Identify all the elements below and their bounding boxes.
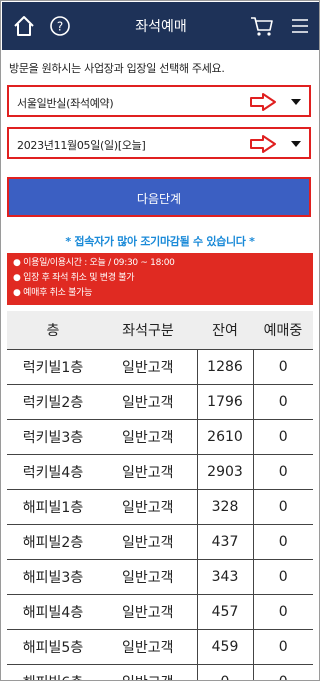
app-frame: ? 좌석예매 방문을 원하시는 사업장과 입장일 선택해 주세요. 서울일반실(… xyxy=(0,0,320,681)
floor-cell: 해피빌2층 xyxy=(7,524,99,561)
seat-type-cell: 일반고객 xyxy=(99,629,197,666)
booking-cell: 0 xyxy=(253,489,313,525)
booking-cell: 0 xyxy=(253,419,313,455)
column-header-remaining: 잔여 xyxy=(197,311,253,350)
seat-type-cell: 일반고객 xyxy=(99,384,197,420)
seat-type-cell: 일반고객 xyxy=(99,664,197,680)
right-arrow-icon xyxy=(249,135,277,157)
info-line: ● 예매후 취소 불가능 xyxy=(13,288,93,298)
seat-type-cell: 일반고객 xyxy=(99,524,197,561)
remaining-cell: 437 xyxy=(196,523,254,561)
floor-cell: 럭키빌2층 xyxy=(7,384,99,420)
remaining-cell: 457 xyxy=(196,594,254,631)
remaining-cell: 1286 xyxy=(196,348,254,385)
table-row: 해피빌2층 일반고객 437 0 xyxy=(7,523,313,561)
remaining-cell: 2903 xyxy=(196,453,254,490)
floor-cell: 해피빌1층 xyxy=(7,489,99,525)
info-line: ● 입장 후 좌석 취소 및 변경 불가 xyxy=(13,273,135,283)
floor-cell: 해피빌6층 xyxy=(7,664,99,680)
instruction-text: 방문을 원하시는 사업장과 입장일 선택해 주세요. xyxy=(9,62,225,75)
seat-type-cell: 일반고객 xyxy=(99,559,197,596)
remaining-cell: 0 xyxy=(196,664,254,680)
seat-type-cell: 일반고객 xyxy=(99,489,197,525)
booking-cell: 0 xyxy=(253,524,313,561)
remaining-cell: 459 xyxy=(196,629,254,666)
table-row: 해피빌5층 일반고객 459 0 xyxy=(7,629,313,666)
venue-select[interactable]: 서울일반실(좌석예약) xyxy=(7,85,311,117)
floor-cell: 해피빌3층 xyxy=(7,559,99,596)
booking-cell: 0 xyxy=(253,384,313,420)
floor-cell: 해피빌4층 xyxy=(7,594,99,631)
floor-cell: 럭키빌4층 xyxy=(7,454,99,490)
date-select[interactable]: 2023년11월05일(일)[오늘] xyxy=(7,127,311,159)
info-line: ● 이용일/이용시간 : 오늘 / 09:30 ~ 18:00 xyxy=(13,258,175,268)
remaining-cell: 2610 xyxy=(196,418,254,455)
booking-cell: 0 xyxy=(253,349,313,385)
table-row: 해피빌3층 일반고객 343 0 xyxy=(7,559,313,596)
table-row: 럭키빌2층 일반고객 1796 0 xyxy=(7,383,313,420)
seat-type-cell: 일반고객 xyxy=(99,454,197,490)
booking-cell: 0 xyxy=(253,559,313,596)
seat-type-cell: 일반고객 xyxy=(99,594,197,631)
chevron-down-icon xyxy=(291,141,301,147)
column-header-seat-type: 좌석구분 xyxy=(99,311,197,350)
top-header: ? 좌석예매 xyxy=(2,2,319,50)
next-step-button[interactable]: 다음단계 xyxy=(7,177,311,217)
early-close-warning: * 접속자가 많아 조기마감될 수 있습니다 * xyxy=(65,235,255,248)
date-select-value: 2023년11월05일(일)[오늘] xyxy=(17,139,146,152)
table-row: 럭키빌3층 일반고객 2610 0 xyxy=(7,418,313,455)
table-row: 해피빌6층일반고객00 xyxy=(7,664,313,680)
seat-type-cell: 일반고객 xyxy=(99,349,197,385)
seat-type-cell: 일반고객 xyxy=(99,419,197,455)
table-row: 해피빌1층 일반고객 328 0 xyxy=(7,488,313,525)
remaining-cell: 1796 xyxy=(196,383,254,420)
booking-cell: 0 xyxy=(253,664,313,680)
column-header-booking: 예매중 xyxy=(253,311,313,350)
chevron-down-icon xyxy=(291,99,301,105)
column-header-floor: 층 xyxy=(7,311,99,350)
table-header-row: 층 좌석구분 잔여 예매중 xyxy=(7,311,313,350)
floor-cell: 럭키빌1층 xyxy=(7,349,99,385)
seat-availability-table: 층 좌석구분 잔여 예매중 럭키빌1층 일반고객 1286 0 럭키빌2층 일반고객 179… xyxy=(7,311,313,680)
booking-cell: 0 xyxy=(253,454,313,490)
right-arrow-icon xyxy=(249,93,277,115)
info-box: ● 이용일/이용시간 : 오늘 / 09:30 ~ 18:00 ● 입장 후 좌… xyxy=(7,253,313,305)
booking-cell: 0 xyxy=(253,594,313,631)
remaining-cell: 343 xyxy=(196,559,254,596)
menu-icon[interactable] xyxy=(286,12,314,40)
table-row: 럭키빌1층 일반고객 1286 0 xyxy=(7,348,313,385)
remaining-cell: 328 xyxy=(196,488,254,525)
table-row: 럭키빌4층 일반고객 2903 0 xyxy=(7,453,313,490)
next-step-label: 다음단계 xyxy=(136,192,182,206)
table-row: 해피빌4층 일반고객 457 0 xyxy=(7,594,313,631)
venue-select-value: 서울일반실(좌석예약) xyxy=(17,97,114,110)
cart-icon[interactable] xyxy=(248,12,276,40)
booking-cell: 0 xyxy=(253,629,313,666)
floor-cell: 해피빌5층 xyxy=(7,629,99,666)
floor-cell: 럭키빌3층 xyxy=(7,419,99,455)
